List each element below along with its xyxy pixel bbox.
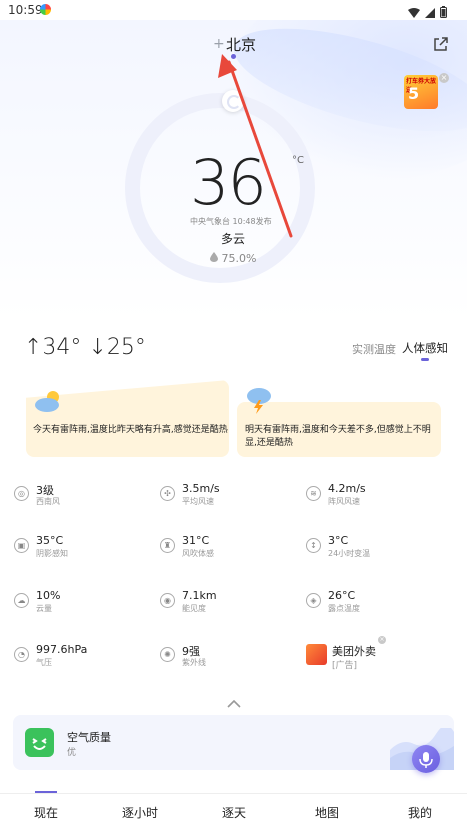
compass-icon: ◎ xyxy=(14,486,29,501)
today-forecast-text: 今天有雷阵雨,温度比昨天略有升高,感觉还是酷热 xyxy=(33,425,228,435)
tab-feels-like[interactable]: 人体感知 xyxy=(402,340,448,356)
detail-label: 平均风速 xyxy=(182,497,214,506)
status-time: 10:59 xyxy=(8,3,43,17)
meituan-ad-image[interactable] xyxy=(306,644,327,665)
tab-measured-temperature[interactable]: 实测温度 xyxy=(352,341,396,357)
chevron-up-icon[interactable] xyxy=(227,693,241,712)
battery-icon xyxy=(440,3,447,22)
nav-daily[interactable]: 逐天 xyxy=(212,804,256,821)
detail-label: 紫外线 xyxy=(182,658,206,667)
detail-value: 10% xyxy=(36,589,61,602)
detail-label: 露点温度 xyxy=(328,604,360,613)
thunderstorm-icon xyxy=(245,385,275,419)
nav-me[interactable]: 我的 xyxy=(398,804,442,821)
detail-value: 997.6hPa xyxy=(36,643,88,656)
detail-value: 7.1km xyxy=(182,589,217,602)
detail-value: 35°C xyxy=(36,534,64,547)
annotation-arrow xyxy=(218,54,293,238)
uv-icon: ✺ xyxy=(160,647,175,662)
fan-icon: ✣ xyxy=(160,486,175,501)
active-nav-indicator xyxy=(35,791,57,793)
app-notification-icon xyxy=(40,4,51,15)
ad-row-tag: [广告] xyxy=(332,661,358,671)
thermometer-icon: ↕ xyxy=(306,538,321,553)
air-quality-title: 空气质量 xyxy=(67,731,111,744)
detail-label: 风吹体感 xyxy=(182,549,214,558)
wind-icon: ≋ xyxy=(306,486,321,501)
close-ad-row-button[interactable]: × xyxy=(378,636,386,644)
detail-value: 26°C xyxy=(328,589,356,602)
tomorrow-forecast-text: 明天有雷阵雨,温度和今天差不多,但感觉上不明显,还是酷热 xyxy=(245,425,431,448)
low-temperature: ↓25° xyxy=(88,335,146,360)
microphone-icon xyxy=(419,752,433,768)
nav-map[interactable]: 地图 xyxy=(305,804,349,821)
detail-label: 阴影感知 xyxy=(36,549,68,558)
eye-icon: ◉ xyxy=(160,593,175,608)
detail-label: 西南风 xyxy=(36,497,60,506)
signal-icon xyxy=(425,3,435,22)
wifi-icon xyxy=(408,3,420,22)
air-quality-value: 优 xyxy=(67,748,77,758)
nav-now[interactable]: 现在 xyxy=(24,804,68,821)
detail-label: 气压 xyxy=(36,658,52,667)
detail-value: 4.2m/s xyxy=(328,482,366,495)
voice-assistant-button[interactable] xyxy=(412,745,440,773)
cloud-icon: ☁ xyxy=(14,593,29,608)
detail-label: 24小时变温 xyxy=(328,549,371,558)
dewdrop-icon: ◈ xyxy=(306,593,321,608)
detail-value: 31°C xyxy=(182,534,210,547)
sun-cloud-icon xyxy=(34,388,64,418)
status-bar: 10:59 xyxy=(0,0,467,20)
detail-label: 阵风风速 xyxy=(328,497,360,506)
ad-row-title[interactable]: 美团外卖 xyxy=(332,643,376,659)
high-temperature: ↑34° xyxy=(24,335,82,360)
shade-icon: ▣ xyxy=(14,538,29,553)
detail-label: 云量 xyxy=(36,604,52,613)
person-wind-icon: ♜ xyxy=(160,538,175,553)
nav-hourly[interactable]: 逐小时 xyxy=(114,804,166,821)
gauge-icon: ◔ xyxy=(14,647,29,662)
detail-label: 能见度 xyxy=(182,604,206,613)
temperature-range: ↑34° ↓25° xyxy=(24,335,146,360)
detail-value: 3.5m/s xyxy=(182,482,220,495)
status-icons xyxy=(408,3,447,22)
detail-value: 3°C xyxy=(328,534,349,547)
active-tab-indicator xyxy=(421,358,429,361)
air-quality-face-icon xyxy=(25,728,54,757)
